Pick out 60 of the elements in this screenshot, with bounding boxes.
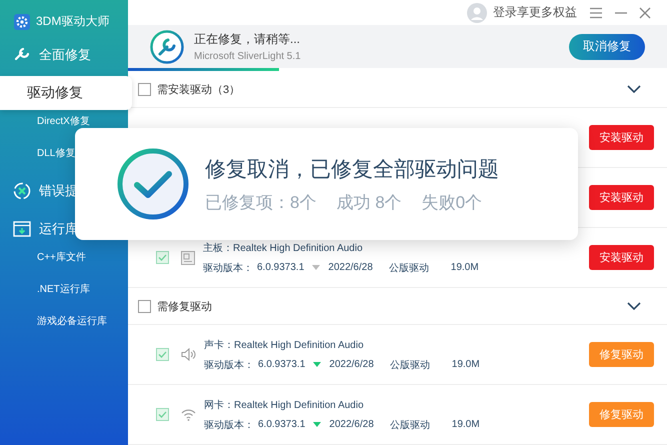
popup-stat: 已修复项：8个 [205,192,316,214]
error-circle-icon [13,182,31,200]
speaker-icon [181,348,196,361]
checkbox[interactable] [156,251,169,264]
repair-driver-button[interactable]: 修复驱动 [589,402,654,427]
popup-title: 修复取消，已修复全部驱动问题 [205,156,499,182]
popup-stat: 成功 8个 [336,192,402,214]
date-text: 2022/6/28 [329,359,374,370]
device-name: 声卡：Realtek High Definition Audio [204,338,365,352]
date-text: 2022/6/28 [329,419,374,430]
status-title: 正在修复，请稍等... [194,31,302,48]
version-label: 驱动版本： [204,418,255,432]
checkbox[interactable] [156,348,169,361]
gear-logo-icon [14,14,30,30]
section-title: 需修复驱动 [157,300,213,314]
date-text: 2022/6/28 [328,262,373,273]
version-text: 6.0.9373.1 [258,419,306,430]
chevron-down-icon[interactable] [627,85,641,93]
menu-icon[interactable] [589,6,603,18]
checkmark-circle-icon [117,148,189,220]
minimize-icon[interactable] [615,12,627,14]
version-label: 驱动版本： [204,358,255,372]
nav-subitem[interactable]: DLL修复 [0,142,76,166]
nav-subitem[interactable]: C++库文件 [0,246,86,270]
size-text: 19.0M [452,359,480,370]
nav-subitem[interactable]: 游戏必备运行库 [0,310,107,334]
popup-stat: 失败0个 [422,192,482,214]
wrench-circle-icon [150,30,184,64]
device-name: 主板：Realtek High Definition Audio [203,242,364,254]
cancel-repair-button[interactable]: 取消修复 [569,34,645,60]
driver-type-text: 公版驱动 [388,262,429,274]
driver-type-text: 公版驱动 [390,418,430,432]
version-text: 6.0.9373.1 [257,262,304,273]
section-title: 需安装驱动（3） [157,82,242,96]
avatar-icon [467,2,487,22]
app-title: 3DM驱动大师 [36,13,110,30]
close-icon[interactable] [639,6,651,18]
checkbox[interactable] [138,300,151,312]
status-subtitle: Microsoft SliverLight 5.1 [194,51,302,62]
download-window-icon [13,221,31,237]
install-driver-button[interactable]: 安装驱动 [589,245,654,270]
version-text: 6.0.9373.1 [258,359,306,370]
motherboard-icon [181,250,195,264]
wifi-icon [181,408,196,420]
version-label: 驱动版本： [203,262,254,274]
repair-driver-button[interactable]: 修复驱动 [589,342,654,367]
chevron-down-icon[interactable] [627,302,641,310]
driver-type-text: 公版驱动 [390,358,430,372]
login-link[interactable]: 登录享更多权益 [493,4,577,21]
checkbox[interactable] [156,408,169,421]
nav-item[interactable]: 全面修复 [0,38,128,72]
nav-item[interactable]: 驱动修复 [0,76,132,110]
nav-subitem[interactable]: DirectX修复 [0,110,90,134]
nav-subitem[interactable]: .NET运行库 [0,278,90,302]
device-name: 网卡：Realtek High Definition Audio [204,398,365,412]
size-text: 19.0M [452,419,480,430]
size-text: 19.0M [450,262,479,273]
install-driver-button[interactable]: 安装驱动 [589,185,654,210]
install-driver-button[interactable]: 安装驱动 [589,125,654,150]
checkbox[interactable] [138,82,151,96]
